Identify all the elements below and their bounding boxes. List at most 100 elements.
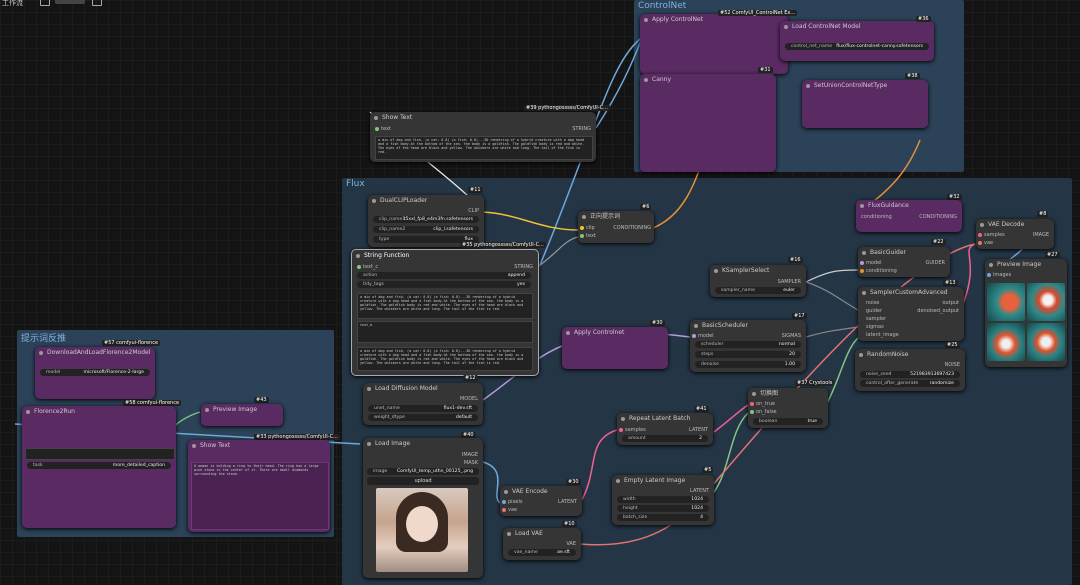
vae-name-widget[interactable]: vae_name ae.sft <box>508 549 576 556</box>
denoised-output[interactable]: denoised_output <box>917 308 959 314</box>
node-id: #35 pythongosssss/ComfyUI-C... <box>460 242 546 248</box>
text-a-field[interactable]: a mix of dog and fish, (a cat: 0.8) (a f… <box>357 293 533 319</box>
clip-name1-widget[interactable]: clip_name1 t5xxl_fp8_e4m3fn.safetensors <box>373 216 479 223</box>
clip-output[interactable]: CLIP <box>468 208 479 214</box>
sampler-input[interactable]: sampler <box>866 316 886 322</box>
random-noise-node[interactable]: RandomNoise NOISE noise_seed 521983913697… <box>855 349 965 391</box>
model-output[interactable]: MODEL <box>460 396 478 402</box>
latent-output[interactable]: LATENT <box>689 427 708 433</box>
guider-output[interactable]: GUIDER <box>926 260 946 266</box>
conditioning-input[interactable]: conditioning <box>861 214 892 220</box>
boolean-toggle[interactable]: boolean true <box>753 418 823 425</box>
text-b-field[interactable]: text_b <box>357 321 533 343</box>
action-widget[interactable]: action append <box>357 272 531 279</box>
noise-output[interactable]: NOISE <box>945 362 960 368</box>
control-after-generate-widget[interactable]: control_after_generate randomize <box>860 380 960 387</box>
steps-widget[interactable]: steps 20 <box>695 351 801 358</box>
on-true-input[interactable]: on_true <box>750 401 775 407</box>
images-input[interactable]: images <box>987 272 1011 278</box>
samples-input[interactable]: samples <box>978 232 1005 238</box>
cn-load-node[interactable]: Load ControlNet Model control_net_name fl… <box>780 21 934 61</box>
string-function-node[interactable]: String Function text_c STRING action appe… <box>351 249 539 376</box>
scheduler-widget[interactable]: scheduler normal <box>695 341 801 348</box>
model-input[interactable]: model <box>860 260 882 266</box>
basic-guider-node[interactable]: BasicGuider model conditioning GUIDER <box>858 247 950 277</box>
text-input[interactable]: text <box>375 126 391 132</box>
florence-model-widget[interactable]: model microsoft/Florence-2-large <box>40 369 150 376</box>
basic-scheduler-node[interactable]: BasicScheduler model SIGMAS scheduler nor… <box>690 320 806 372</box>
vae-encode-node[interactable]: VAE Encode pixels vae LATENT <box>500 486 582 516</box>
sampler-output[interactable]: SAMPLER <box>778 279 801 285</box>
image-output[interactable]: IMAGE <box>462 452 478 458</box>
prompt-preview-image-node[interactable]: Preview Image <box>201 404 283 426</box>
batch-size-widget[interactable]: batch_size 4 <box>617 514 709 521</box>
upload-button[interactable]: upload <box>367 477 479 485</box>
text-c-input[interactable]: text_c <box>357 264 378 270</box>
string-output[interactable]: STRING <box>572 126 591 132</box>
latent-image-input[interactable]: latent_image <box>866 332 899 338</box>
preview-thumbnail-2[interactable] <box>1027 283 1065 321</box>
latent-output[interactable]: LATENT <box>558 499 577 505</box>
cn-set-node[interactable]: SetUnionControlNetType <box>802 80 928 128</box>
vae-decode-node[interactable]: VAE Decode samples vae IMAGE <box>976 219 1054 249</box>
cn-union-node[interactable]: Canny <box>640 74 776 172</box>
image-output[interactable]: IMAGE <box>1033 232 1049 238</box>
tidy-tags-widget[interactable]: tidy_tags yes <box>357 281 531 288</box>
florence-task-widget[interactable]: task more_detailed_caption <box>27 462 171 469</box>
vae-output[interactable]: VAE <box>566 541 576 547</box>
conditioning-output[interactable]: CONDITIONING <box>613 225 651 231</box>
amount-widget[interactable]: amount 2 <box>622 435 708 442</box>
positive-prompt-node[interactable]: 正向提示词 clip text CONDITIONING <box>578 211 654 243</box>
mask-output[interactable]: MASK <box>464 460 478 466</box>
node-id: #52 ComfyUI_ControlNet Ex... <box>718 10 798 16</box>
clip-input[interactable]: clip <box>580 225 595 231</box>
preview-thumbnail-3[interactable] <box>987 323 1025 361</box>
conditioning-input[interactable]: conditioning <box>860 268 897 274</box>
image-select-widget[interactable]: image ComfyUI_temp_uthn_00125_.png <box>367 468 479 475</box>
ksampler-select-node[interactable]: KSamplerSelect SAMPLER sampler_name euler <box>710 265 806 297</box>
load-vae-node[interactable]: Load VAE VAE vae_name ae.sft <box>503 528 581 560</box>
apply-controlnet-node[interactable]: Apply Controlnet <box>562 327 668 369</box>
florence-prompt-field[interactable] <box>25 448 175 460</box>
output-output[interactable]: output <box>943 300 960 306</box>
empty-latent-image-node[interactable]: Empty Latent Image LATENT width 1024 heig… <box>612 475 714 525</box>
cn-apply-node[interactable]: Apply ControlNet <box>640 14 788 74</box>
noise-input[interactable]: noise <box>866 300 879 306</box>
noise-seed-widget[interactable]: noise_seed 521983913697423 <box>860 371 960 378</box>
preview-thumbnail-1[interactable] <box>987 283 1025 321</box>
load-diffusion-model-node[interactable]: Load Diffusion Model MODEL unet_name flux… <box>363 383 483 425</box>
preview-thumbnail-4[interactable] <box>1027 323 1065 361</box>
florence-run-node[interactable]: Florence2Run task more_detailed_caption <box>22 406 176 528</box>
control-net-name-widget[interactable]: control_net_name flux/flux-controlnet-can… <box>785 43 929 50</box>
repeat-latent-batch-node[interactable]: Repeat Latent Batch samples LATENT amoun… <box>617 413 713 445</box>
vae-input[interactable]: vae <box>502 507 517 513</box>
vae-input[interactable]: vae <box>978 240 993 246</box>
denoise-widget[interactable]: denoise 1.00 <box>695 361 801 368</box>
samples-input[interactable]: samples <box>619 427 646 433</box>
unet-name-widget[interactable]: unet_name flux1-dev.sft <box>368 405 478 412</box>
latent-output[interactable]: LATENT <box>690 488 709 494</box>
conditioning-output[interactable]: CONDITIONING <box>919 214 957 220</box>
sigmas-input[interactable]: sigmas <box>866 324 884 330</box>
sampler-name-widget[interactable]: sampler_name euler <box>715 287 801 294</box>
dualclip-loader-node[interactable]: DualCLIPLoader CLIP clip_name1 t5xxl_fp8_… <box>368 195 484 247</box>
prompt-show-text-node[interactable]: Show Text A woman is holding a ring to t… <box>188 440 330 532</box>
pixels-input[interactable]: pixels <box>502 499 522 505</box>
string-output[interactable]: STRING <box>514 264 533 270</box>
on-false-input[interactable]: on_false <box>750 409 777 415</box>
guider-input[interactable]: guider <box>866 308 882 314</box>
sampler-custom-advanced-node[interactable]: SamplerCustomAdvanced noise guider sampl… <box>858 287 964 341</box>
model-input[interactable]: model <box>692 333 714 339</box>
switch-image-node[interactable]: 切换图 on_true on_false boolean true <box>748 388 828 428</box>
clip-name2-widget[interactable]: clip_name2 clip_l.safetensors <box>373 226 479 233</box>
weight-dtype-widget[interactable]: weight_dtype default <box>368 414 478 421</box>
sigmas-output[interactable]: SIGMAS <box>782 333 801 339</box>
text-input[interactable]: text <box>580 233 596 239</box>
width-widget[interactable]: width 1024 <box>617 496 709 503</box>
load-image-node[interactable]: Load Image IMAGE MASK image ComfyUI_temp_… <box>363 438 483 578</box>
preview-image-node[interactable]: Preview Image images <box>985 259 1067 367</box>
show-text-node[interactable]: Show Text text STRING a mix of dog and f… <box>370 112 596 162</box>
height-widget[interactable]: height 1024 <box>617 505 709 512</box>
florence-loader-node[interactable]: DownloadAndLoadFlorence2Model model micro… <box>35 347 155 399</box>
flux-guidance-node[interactable]: FluxGuidance conditioning CONDITIONING <box>856 200 962 232</box>
